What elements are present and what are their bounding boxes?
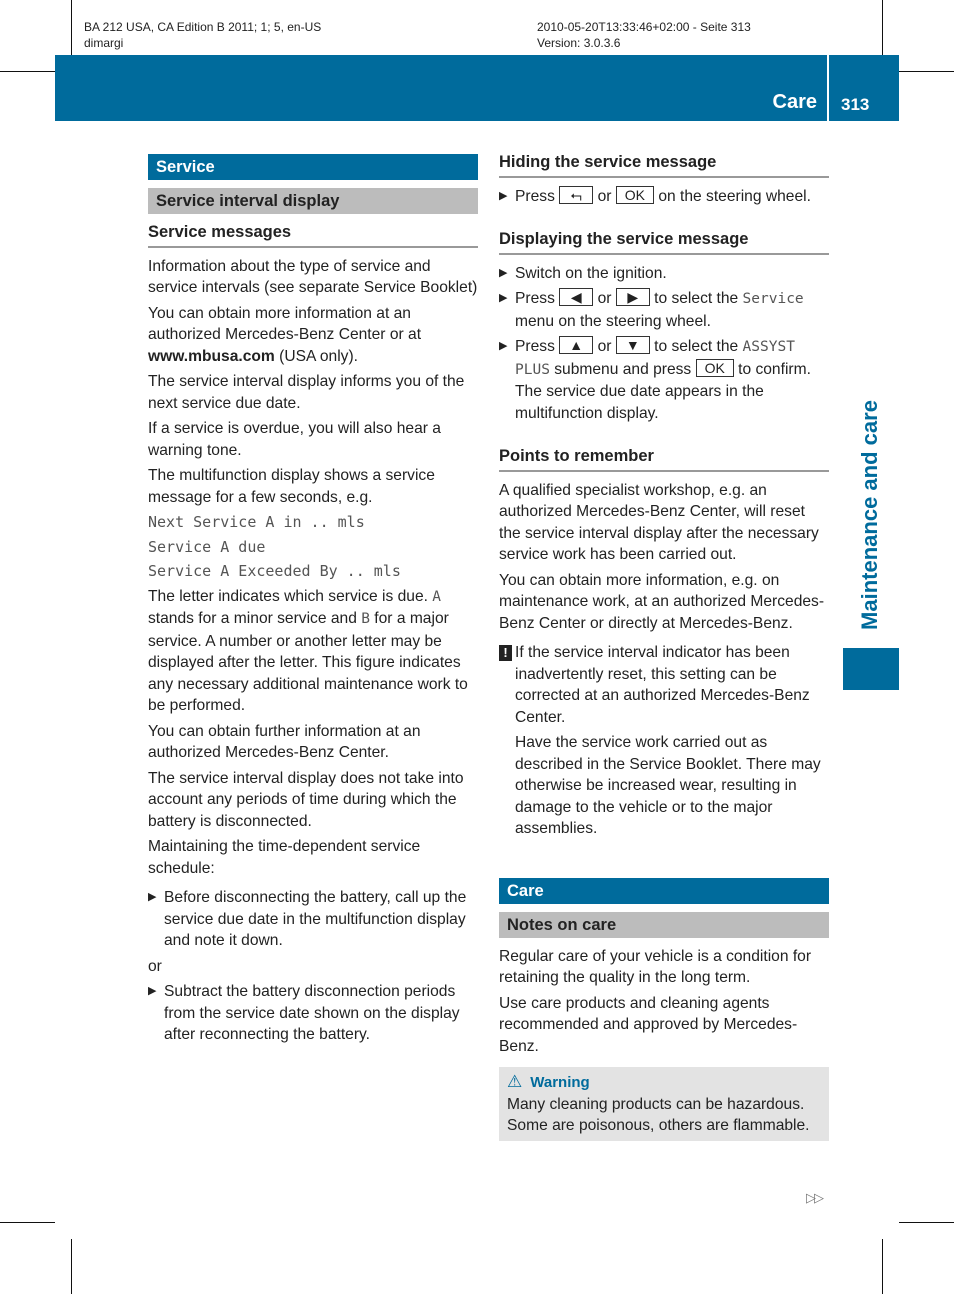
print-meta-left: BA 212 USA, CA Edition B 2011; 1; 5, en-… (84, 19, 321, 51)
step-text: Before disconnecting the battery, call u… (164, 889, 467, 949)
meta-edition: BA 212 USA, CA Edition B 2011; 1; 5, en-… (84, 20, 322, 34)
display-message: Service A Exceeded By .. mls (148, 562, 401, 580)
bullet-triangle-icon: ▶ (148, 985, 157, 997)
up-arrow-key-icon: ▲ (559, 336, 594, 354)
crop-mark (882, 0, 883, 55)
crop-mark (0, 1222, 55, 1223)
crop-mark (71, 0, 72, 55)
step: ▶ Press ◀ or ▶ to select the Service menu… (499, 288, 829, 332)
heading-care: Care (499, 877, 829, 904)
paragraph: If a service is overdue, you will also h… (148, 420, 441, 459)
bullet-triangle-icon: ▶ (148, 891, 157, 903)
paragraph: The service interval display informs you… (148, 373, 465, 412)
back-key-icon: ⮢ (559, 185, 594, 204)
text: or (597, 290, 612, 307)
bullet-triangle-icon: ▶ (499, 340, 508, 352)
step-text: Switch on the ignition. (515, 264, 667, 282)
chapter-tab (843, 648, 899, 690)
menu-name: Service (742, 291, 804, 307)
heading-hiding-service-message: Hiding the service message (499, 152, 829, 178)
heading-notes-on-care: Notes on care (499, 911, 829, 938)
heading-displaying-service-message: Displaying the service message (499, 229, 829, 255)
warning-title: Warning (530, 1074, 590, 1091)
heading-points-to-remember: Points to remember (499, 446, 829, 472)
crop-mark (899, 71, 954, 72)
meta-version: Version: 3.0.3.6 (537, 36, 621, 50)
header-bar: Care 313 (55, 55, 899, 121)
text: Press (515, 187, 555, 205)
down-arrow-key-icon: ▼ (615, 336, 650, 354)
display-letter: A (432, 588, 442, 605)
paragraph: Regular care of your vehicle is a condit… (499, 947, 812, 987)
text: Press (515, 338, 555, 355)
text: Press (515, 290, 555, 307)
crop-mark (899, 1222, 954, 1223)
display-message: Next Service A in .. mls (148, 513, 365, 531)
step: ▶ Subtract the battery disconnection peri… (148, 981, 478, 1046)
exclamation-icon: ! (499, 645, 512, 661)
ok-key-icon: OK (695, 358, 734, 377)
paragraph: The multifunction display shows a servic… (148, 467, 435, 506)
page-number: 313 (841, 95, 870, 114)
text: to confirm. (733, 360, 811, 378)
warning-text: Many cleaning products can be hazardous.… (507, 1095, 810, 1135)
right-column: Hiding the service message ▶ Press ⮢ or O… (499, 150, 829, 1141)
step: ▶ Press ⮢ or OK on the steering wheel. (499, 185, 829, 208)
text: or (597, 338, 612, 355)
paragraph: The service interval display does not ta… (148, 769, 464, 830)
step: ▶ Press ▲ or ▼ to select the ASSYST PLUS … (499, 336, 829, 424)
paragraph: Use care products and cleaning agents re… (499, 994, 798, 1055)
warning-triangle-icon: ⚠ (507, 1072, 523, 1091)
crop-mark (882, 1239, 883, 1294)
bullet-triangle-icon: ▶ (499, 292, 508, 304)
text: The service due date appears in the mult… (515, 383, 764, 422)
display-letter: B (361, 611, 370, 627)
crop-mark (71, 1239, 72, 1294)
step-text: Subtract the battery disconnection perio… (164, 983, 460, 1043)
crop-mark (0, 71, 55, 72)
section-title: Care (772, 91, 817, 113)
display-message: Service A due (148, 537, 266, 556)
note: ! If the service interval indicator has b… (499, 642, 829, 840)
heading-service-interval-display: Service interval display (148, 188, 478, 214)
header-divider (827, 55, 829, 121)
text: on the steering wheel. (658, 187, 811, 205)
heading-service-messages: Service messages (148, 222, 478, 248)
print-meta-right: 2010-05-20T13:33:46+02:00 - Seite 313 Ve… (537, 19, 751, 51)
or-text: or (148, 957, 162, 975)
paragraph: Maintaining the time-dependent service s… (148, 838, 421, 877)
paragraph: You can obtain more information, e.g. on… (499, 571, 825, 632)
bullet-triangle-icon: ▶ (499, 189, 508, 202)
paragraph: A qualified specialist workshop, e.g. an… (499, 481, 819, 564)
meta-author: dimargi (84, 36, 124, 50)
right-arrow-key-icon: ▶ (615, 288, 650, 306)
text: submenu and press (549, 360, 696, 378)
text: The letter indicates which service is du… (148, 587, 433, 605)
continued-icon: ▷▷ (806, 1190, 824, 1205)
mbusa-link[interactable]: www.mbusa.com (148, 348, 275, 365)
text: (USA only). (274, 347, 359, 365)
text: You can obtain more information at an au… (148, 304, 422, 344)
paragraph: Information about the type of service an… (148, 257, 478, 297)
left-arrow-key-icon: ◀ (559, 288, 594, 306)
text: to select the (654, 290, 743, 307)
warning-box: ⚠ Warning Many cleaning products can be h… (499, 1067, 829, 1141)
chapter-side-title: Maintenance and care (857, 400, 882, 630)
text: menu on the steering wheel. (515, 312, 711, 330)
paragraph: You can obtain more information at an au… (148, 303, 478, 368)
text: or (597, 187, 612, 205)
bullet-triangle-icon: ▶ (499, 266, 508, 279)
heading-service: Service (148, 154, 478, 180)
note-text: Have the service work carried out as des… (515, 734, 821, 837)
paragraph: The letter indicates which service is du… (148, 586, 478, 717)
meta-timestamp: 2010-05-20T13:33:46+02:00 - Seite 313 (537, 20, 751, 34)
step: ▶ Before disconnecting the battery, call … (148, 887, 478, 952)
left-column: Service Service interval display Service… (148, 154, 478, 1050)
paragraph: You can obtain further information at an… (148, 722, 421, 762)
text: to select the (654, 338, 743, 355)
ok-key-icon: OK (615, 185, 655, 204)
step: ▶ Switch on the ignition. (499, 263, 829, 285)
text: stands for a minor service and (148, 610, 362, 627)
note-text: If the service interval indicator has be… (515, 644, 810, 726)
